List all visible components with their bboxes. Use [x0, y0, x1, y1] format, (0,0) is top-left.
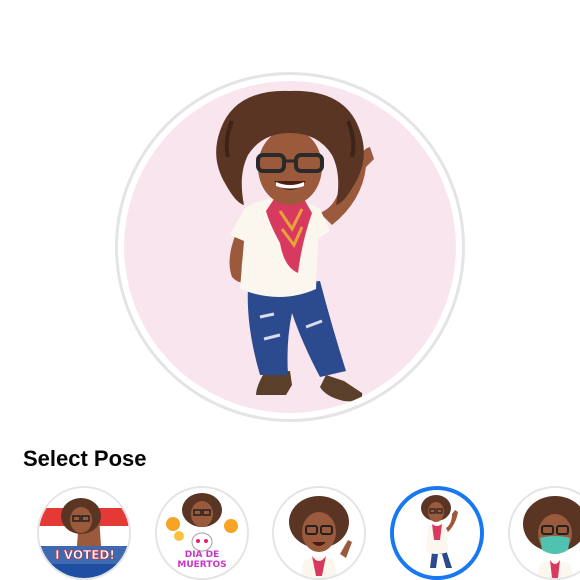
pose-option-face-mask[interactable]	[508, 486, 580, 580]
dia-de-muertos-sticker-text: DIA DE MUERTOS	[177, 550, 227, 570]
face-mask-pose-image	[510, 488, 580, 578]
avatar-preview	[124, 81, 456, 413]
pose-carousel[interactable]: I VOTED! DIA DE MUERTOS	[0, 484, 580, 580]
avatar-pose-screen: Select Pose I VOTED! DIA DE MUERTOS	[0, 0, 580, 580]
pose-option-waving[interactable]	[272, 486, 366, 580]
i-voted-sticker-text: I VOTED!	[55, 548, 115, 563]
pose-option-i-voted[interactable]: I VOTED!	[37, 486, 131, 580]
standing-wave-pose-image	[394, 490, 480, 576]
i-voted-pose-image	[39, 488, 129, 578]
pose-option-standing-wave-selected[interactable]	[390, 486, 484, 580]
select-pose-title: Select Pose	[23, 446, 147, 471]
pose-option-dia-de-muertos[interactable]: DIA DE MUERTOS	[155, 486, 249, 580]
avatar-illustration	[124, 81, 456, 413]
waving-pose-image	[274, 488, 364, 578]
